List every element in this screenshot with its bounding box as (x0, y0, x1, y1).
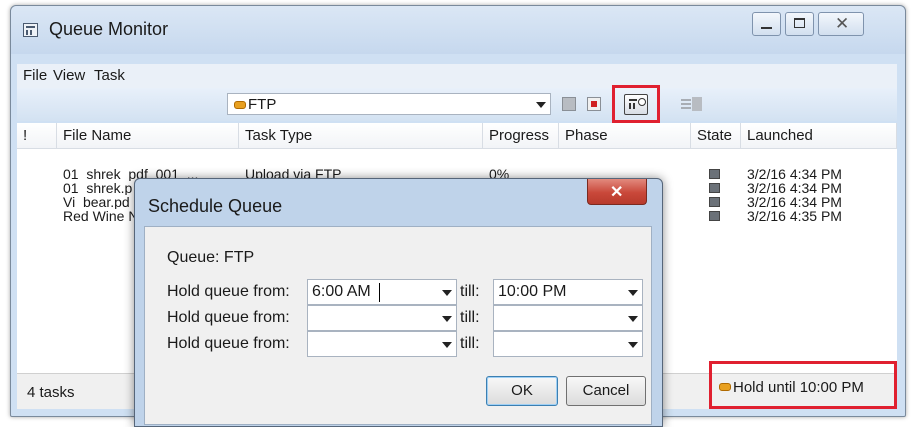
queue-list-icon[interactable] (681, 97, 703, 111)
queue-select[interactable]: FTP (227, 93, 551, 115)
column-header-progress[interactable]: Progress (483, 123, 559, 149)
hold-from-label: Hold queue from: (167, 335, 290, 352)
hold-from-select[interactable] (307, 331, 457, 357)
title-bar: Queue Monitor ✕ (11, 6, 905, 54)
till-value: 10:00 PM (498, 283, 567, 300)
column-header-launched[interactable]: Launched (741, 123, 897, 149)
menu-task[interactable]: Task (94, 67, 125, 84)
launched-cell: 3/2/16 4:34 PM (747, 181, 842, 195)
menu-view[interactable]: View (53, 67, 85, 84)
toolbar: FTP (17, 85, 897, 123)
chevron-down-icon (628, 290, 638, 296)
schedule-icon (624, 94, 648, 115)
column-header-flag[interactable]: ! (17, 123, 57, 149)
hold-from-value: 6:00 AM (312, 283, 371, 300)
column-header-file-name[interactable]: File Name (57, 123, 239, 149)
till-label: till: (460, 309, 480, 326)
minimize-button[interactable] (752, 12, 781, 36)
column-header-phase[interactable]: Phase (559, 123, 691, 149)
state-icon (709, 197, 720, 207)
column-header-task-type[interactable]: Task Type (239, 123, 483, 149)
chevron-down-icon (628, 316, 638, 322)
hold-status-icon (719, 383, 731, 391)
dialog-close-button[interactable]: ✕ (587, 179, 647, 205)
till-label: till: (460, 335, 480, 352)
chevron-down-icon (442, 342, 452, 348)
window-title: Queue Monitor (49, 19, 169, 39)
menu-file[interactable]: File (23, 67, 47, 84)
hold-status-text: Hold until 10:00 PM (733, 379, 864, 396)
till-select[interactable] (493, 305, 643, 331)
queue-select-value: FTP (248, 96, 277, 113)
launched-cell: 3/2/16 4:34 PM (747, 167, 842, 181)
maximize-button[interactable] (785, 12, 814, 36)
hold-from-label: Hold queue from: (167, 309, 290, 326)
chevron-down-icon (442, 316, 452, 322)
queue-status-icon (234, 101, 246, 109)
schedule-queue-button[interactable] (612, 85, 660, 123)
minimize-icon (761, 27, 772, 29)
menu-bar: File View Task (17, 64, 897, 88)
chevron-down-icon (628, 342, 638, 348)
till-select[interactable]: 10:00 PM (493, 279, 643, 305)
hold-icon[interactable] (587, 97, 601, 111)
hold-from-select[interactable]: 6:00 AM (307, 279, 457, 305)
schedule-queue-dialog: Schedule Queue ✕ Queue: FTP Hold queue f… (134, 178, 663, 427)
chevron-down-icon (442, 290, 452, 296)
launched-cell: 3/2/16 4:34 PM (747, 195, 842, 209)
dialog-title: Schedule Queue (148, 196, 283, 216)
ok-button[interactable]: OK (486, 376, 558, 406)
app-icon (23, 23, 38, 37)
state-icon (709, 183, 720, 193)
text-cursor (379, 283, 380, 302)
close-window-button[interactable]: ✕ (818, 12, 864, 36)
task-count: 4 tasks (27, 384, 75, 401)
column-header-state[interactable]: State (691, 123, 741, 149)
maximize-icon (794, 18, 805, 28)
hold-from-label: Hold queue from: (167, 283, 290, 300)
hold-from-select[interactable] (307, 305, 457, 331)
cancel-button[interactable]: Cancel (566, 376, 646, 406)
till-select[interactable] (493, 331, 643, 357)
hold-status: Hold until 10:00 PM (709, 361, 897, 409)
close-icon: ✕ (610, 184, 624, 201)
chevron-down-icon (536, 102, 546, 108)
state-icon (709, 169, 720, 179)
dialog-body: Queue: FTP Hold queue from: 6:00 AM till… (144, 226, 652, 425)
launched-cell: 3/2/16 4:35 PM (747, 209, 842, 223)
till-label: till: (460, 283, 480, 300)
close-icon: ✕ (835, 14, 850, 33)
queue-name-label: Queue: FTP (167, 249, 255, 266)
state-icon (709, 211, 720, 221)
stop-icon[interactable] (562, 97, 576, 111)
